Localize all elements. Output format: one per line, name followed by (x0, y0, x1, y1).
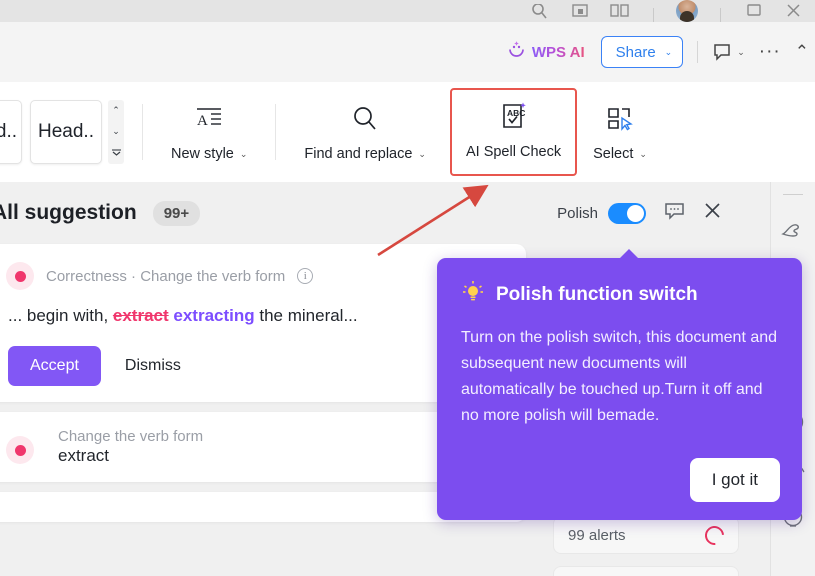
original-word: extract (112, 306, 169, 325)
window-title-strip (0, 0, 815, 22)
polish-toggle[interactable] (608, 202, 646, 224)
wps-ai-sparkle-icon (507, 40, 526, 64)
share-label: Share (615, 43, 656, 61)
avatar[interactable] (676, 0, 698, 22)
style-gallery-item-partial[interactable]: d.. (0, 100, 22, 164)
alerts-label: 99 alerts (568, 526, 626, 544)
suggestion-word: extract (58, 446, 110, 465)
ribbon-toolbar: d.. Head.. ⌃ ⌄ A (0, 82, 815, 182)
lightbulb-icon (461, 280, 485, 309)
chevron-down-icon: ⌄ (239, 148, 248, 159)
svg-text:A: A (197, 113, 208, 129)
collapse-ribbon-button[interactable]: ⌃ (795, 42, 809, 62)
comment-button[interactable]: ⌄ (712, 42, 745, 62)
divider (275, 104, 277, 160)
replacement-word: extracting (173, 306, 255, 325)
progress-ring-icon (701, 521, 728, 549)
severity-indicator (6, 262, 34, 290)
chevron-down-icon: ⌄ (737, 46, 745, 57)
new-style-icon: A (192, 102, 226, 136)
polish-toggle-group[interactable]: Polish (557, 202, 646, 224)
share-button[interactable]: Share ⌄ (600, 36, 684, 68)
tooltip-title: Polish function switch (496, 283, 698, 305)
ribbon-item-find-and-replace[interactable]: Find and replace ⌄ (294, 94, 436, 170)
wps-ai-label: WPS AI (531, 43, 585, 61)
divider (720, 8, 721, 22)
chevron-down-icon: ⌄ (639, 148, 647, 159)
divider (142, 104, 143, 160)
alerts-status-box[interactable]: 99 alerts (553, 516, 739, 554)
ribbon-item-select[interactable]: Select ⌄ (583, 94, 657, 170)
search-icon[interactable] (529, 3, 551, 22)
chevron-up-icon[interactable]: ⌃ (112, 106, 120, 115)
search-icon (348, 102, 382, 136)
chevron-down-icon: ⌄ (664, 46, 673, 57)
chevron-down-icon[interactable]: ⌄ (112, 127, 120, 136)
dismiss-button[interactable]: Dismiss (111, 346, 195, 386)
style-gallery-scroll[interactable]: ⌃ ⌄ (108, 100, 124, 164)
severity-indicator (6, 436, 34, 464)
suggestion-count-badge: 99+ (152, 200, 201, 226)
chevron-down-icon: ⌄ (418, 148, 426, 159)
restore-window-icon[interactable] (743, 4, 765, 22)
ribbon-item-ai-spell-check[interactable]: ABC AI Spell Check (449, 88, 578, 176)
polish-tooltip: Polish function switch Turn on the polis… (437, 249, 802, 520)
polish-label: Polish (557, 204, 598, 222)
style-gallery-item-heading[interactable]: Head.. (30, 100, 102, 164)
tooltip-body: Turn on the polish switch, this document… (461, 329, 778, 424)
style-gallery: d.. Head.. ⌃ ⌄ (0, 96, 124, 168)
ribbon-item-label: AI Spell Check (465, 144, 562, 160)
app-window: WPS AI Share ⌄ ⌄ ··· ⌃ d.. Head.. ⌃ ⌄ (0, 0, 815, 576)
alerts-status-box-secondary[interactable] (553, 566, 739, 576)
document-action-bar: WPS AI Share ⌄ ⌄ ··· ⌃ (0, 22, 815, 82)
wps-ai-button[interactable]: WPS AI (507, 40, 585, 64)
divider (653, 8, 654, 22)
i-got-it-button[interactable]: I got it (689, 458, 780, 502)
panel-header: All suggestion 99+ Polish (0, 182, 770, 244)
tooltip-pointer (619, 249, 639, 259)
info-icon[interactable]: i (297, 268, 314, 284)
suggestion-category: Change the verb form (58, 428, 204, 445)
close-window-icon[interactable] (783, 4, 805, 22)
comment-icon (714, 44, 730, 61)
comment-icon[interactable] (664, 201, 685, 226)
close-icon[interactable] (703, 201, 722, 225)
expand-gallery-icon[interactable] (111, 149, 121, 158)
pen-tool-icon[interactable] (780, 217, 806, 243)
ribbon-item-new-style[interactable]: A New style ⌄ (161, 94, 257, 170)
more-options-button[interactable]: ··· (759, 41, 781, 63)
split-view-icon[interactable] (609, 4, 631, 22)
divider (697, 41, 699, 63)
select-icon (603, 102, 637, 136)
divider (783, 194, 803, 195)
page-title: All suggestion (0, 201, 137, 224)
suggestion-category: Correctness · Change the verb form (46, 267, 286, 285)
minimize-window-icon[interactable] (569, 4, 591, 22)
ribbon-item-label: New style ⌄ (171, 146, 248, 162)
ai-spell-check-icon: ABC (497, 100, 531, 134)
accept-button[interactable]: Accept (8, 346, 101, 386)
ribbon-item-label: Find and replace ⌄ (304, 146, 426, 162)
ribbon-item-label: Select ⌄ (593, 146, 647, 162)
